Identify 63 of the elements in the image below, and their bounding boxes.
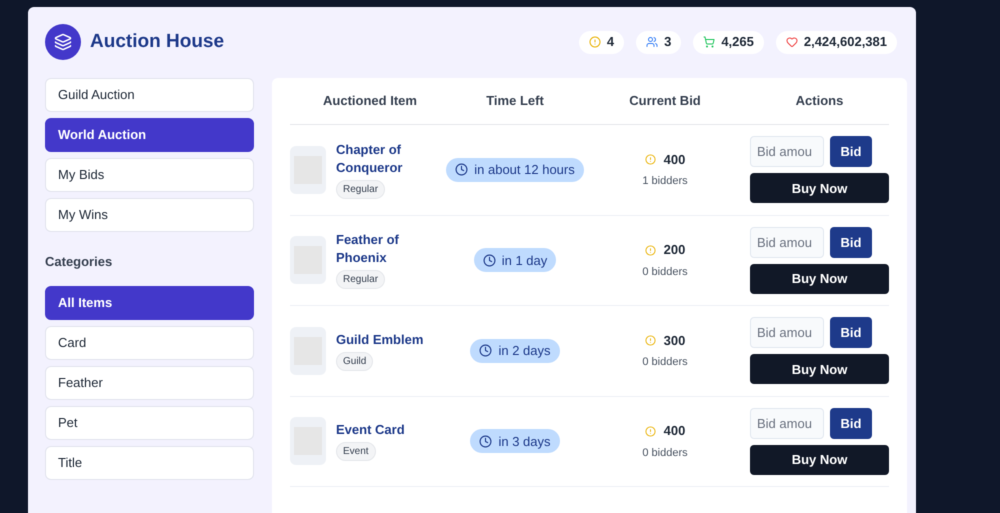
cart-icon: [703, 36, 716, 48]
item-tag: Guild: [336, 352, 374, 371]
item-thumbnail: [290, 326, 326, 375]
bid-amount: 400: [664, 150, 686, 169]
bid-button[interactable]: Bid: [830, 226, 872, 258]
app-title: Auction House: [90, 30, 224, 54]
sidebar-item[interactable]: My Wins: [45, 198, 254, 232]
bid-amount: 200: [664, 241, 686, 260]
bid-input[interactable]: Bid amou: [750, 317, 824, 348]
layers-icon: [45, 24, 81, 60]
buy-now-button[interactable]: Buy Now: [750, 444, 889, 475]
time-left-badge: in 3 days: [470, 429, 560, 454]
buy-now-button[interactable]: Buy Now: [750, 354, 889, 384]
sidebar-item[interactable]: Guild Auction: [45, 78, 254, 112]
clock-icon: [479, 344, 492, 358]
sidebar-item[interactable]: Feather: [45, 366, 254, 400]
stat-value: 3: [664, 33, 672, 52]
sidebar-item[interactable]: All Items: [45, 286, 254, 320]
stat-value: 4: [606, 33, 614, 52]
item-name[interactable]: Event Card: [336, 421, 405, 440]
bid-button[interactable]: Bid: [830, 408, 872, 439]
bid-button[interactable]: Bid: [830, 317, 872, 348]
heart-icon: [786, 36, 798, 48]
section-heading: Categories: [45, 253, 114, 271]
bid-button[interactable]: Bid: [830, 136, 872, 168]
column-header: Actions: [794, 92, 844, 110]
sidebar-item[interactable]: Pet: [45, 406, 254, 440]
bidder-count: 1 bidders: [642, 174, 688, 190]
item-name[interactable]: Feather of Phoenix: [336, 231, 450, 268]
buy-now-button[interactable]: Buy Now: [750, 173, 889, 204]
item-tag: Event: [336, 442, 376, 462]
time-left-badge: in about 12 hours: [446, 158, 584, 182]
sidebar-item[interactable]: Title: [45, 446, 254, 480]
bidder-count: 0 bidders: [642, 264, 688, 280]
time-left-badge: in 2 days: [470, 338, 560, 363]
alert-icon: [588, 36, 601, 48]
item-tag: Regular: [336, 270, 386, 290]
clock-icon: [482, 254, 496, 267]
sidebar-item[interactable]: World Auction: [45, 118, 254, 152]
users-icon: [646, 36, 658, 48]
bid-input[interactable]: Bid amou: [750, 226, 824, 258]
bid-amount: 300: [664, 332, 686, 350]
clock-icon: [455, 163, 468, 176]
item-thumbnail: [290, 417, 326, 466]
time-left-badge: in 1 day: [474, 248, 556, 272]
sidebar-item[interactable]: Card: [45, 326, 254, 360]
bid-input[interactable]: Bid amou: [750, 136, 824, 168]
buy-now-button[interactable]: Buy Now: [750, 264, 889, 294]
column-header: Auctioned Item: [322, 92, 418, 110]
bid-input[interactable]: Bid amou: [750, 408, 824, 439]
column-header: Time Left: [485, 92, 545, 110]
item-name[interactable]: Guild Emblem: [336, 330, 424, 349]
stat-value: 4,265: [721, 33, 754, 52]
sidebar-item[interactable]: My Bids: [45, 158, 254, 192]
bidder-count: 0 bidders: [642, 446, 688, 461]
bidder-count: 0 bidders: [642, 355, 688, 370]
item-thumbnail: [290, 146, 326, 194]
stat-value: 2,424,602,381: [804, 33, 887, 52]
clock-icon: [479, 434, 492, 448]
bid-amount: 400: [664, 422, 686, 440]
item-thumbnail: [290, 236, 326, 284]
column-header: Current Bid: [628, 92, 702, 110]
item-tag: Regular: [336, 180, 386, 199]
